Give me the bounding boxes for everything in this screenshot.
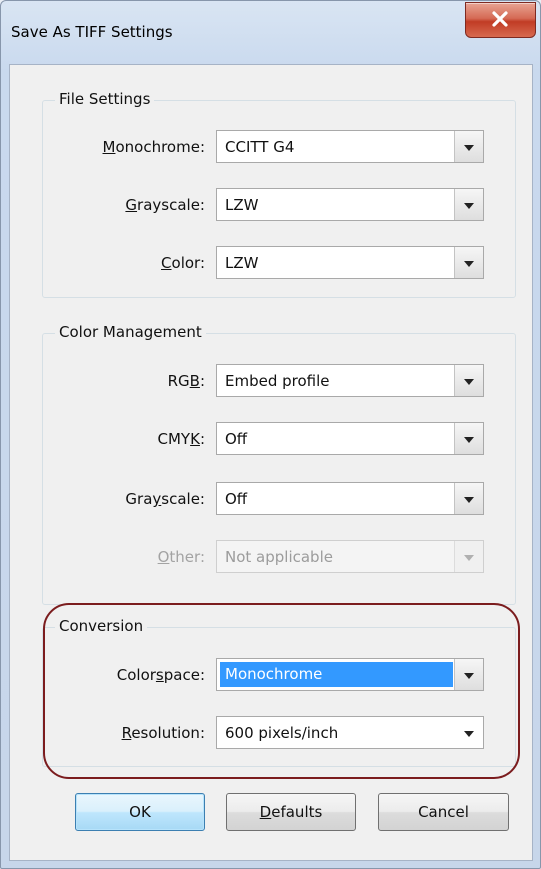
color-compression-value: LZW [225,254,259,272]
colorspace-label: Colorspace: [116,666,205,684]
chevron-down-icon[interactable] [454,659,483,690]
grayscale-label: Grayscale: [125,196,205,214]
chevron-down-icon[interactable] [454,189,483,220]
chevron-down-icon [454,541,483,572]
resolution-select[interactable]: 600 pixels/inch [216,716,484,749]
chevron-down-icon[interactable] [455,717,483,748]
defaults-button[interactable]: Defaults [226,793,356,831]
grayscale-profile-label: Grayscale: [125,490,205,508]
cmyk-label: CMYK: [157,430,205,448]
chevron-down-icon[interactable] [454,247,483,278]
ok-button[interactable]: OK [75,793,205,831]
grayscale-profile-value: Off [225,490,248,508]
resolution-label: Resolution: [121,724,205,742]
file-settings-legend: File Settings [55,90,155,108]
chevron-down-icon[interactable] [454,483,483,514]
other-label: Other: [157,548,205,566]
window-title: Save As TIFF Settings [11,23,173,41]
monochrome-label: Monochrome: [102,138,205,156]
resolution-value: 600 pixels/inch [225,724,339,742]
rgb-value: Embed profile [225,372,330,390]
color-label: Color: [161,254,205,272]
cancel-button[interactable]: Cancel [378,793,509,831]
chevron-down-icon[interactable] [454,131,483,162]
colorspace-select[interactable]: Monochrome [216,658,484,691]
color-management-legend: Color Management [55,323,206,341]
other-select: Not applicable [216,540,484,573]
grayscale-compression-select[interactable]: LZW [216,188,484,221]
monochrome-select[interactable]: CCITT G4 [216,130,484,163]
colorspace-value: Monochrome [220,662,453,687]
grayscale-compression-value: LZW [225,196,259,214]
cmyk-select[interactable]: Off [216,422,484,455]
close-icon [492,11,508,27]
conversion-legend: Conversion [55,617,148,635]
grayscale-profile-select[interactable]: Off [216,482,484,515]
rgb-label: RGB: [167,372,205,390]
chevron-down-icon[interactable] [454,423,483,454]
cmyk-value: Off [225,430,248,448]
monochrome-value: CCITT G4 [225,138,295,156]
title-bar[interactable]: Save As TIFF Settings [1,1,540,65]
other-value: Not applicable [225,548,333,566]
color-compression-select[interactable]: LZW [216,246,484,279]
rgb-select[interactable]: Embed profile [216,364,484,397]
chevron-down-icon[interactable] [454,365,483,396]
close-button[interactable] [465,2,536,38]
